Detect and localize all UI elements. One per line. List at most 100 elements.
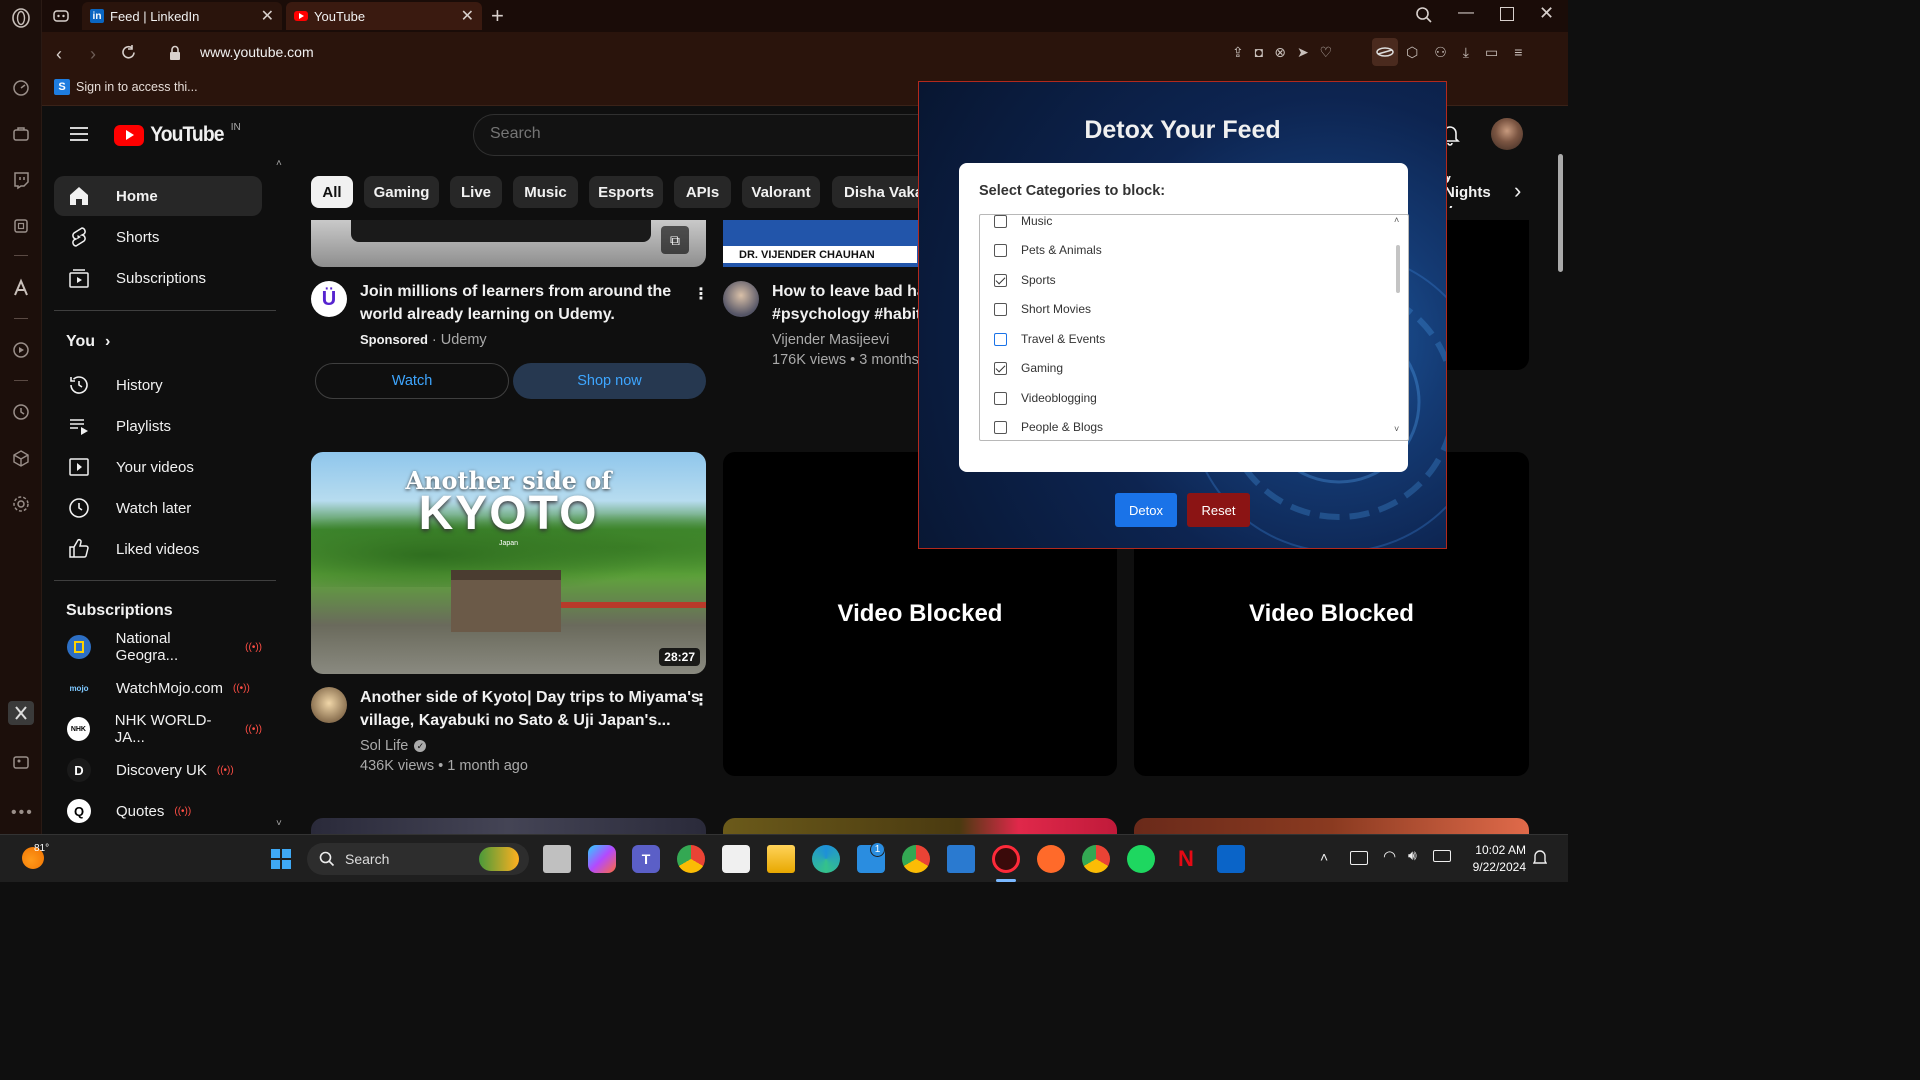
close-window-icon[interactable]: ✕: [1539, 3, 1554, 24]
postman-icon[interactable]: [1037, 845, 1065, 873]
chip-live[interactable]: Live: [450, 176, 502, 208]
sidebar-item-watch-later[interactable]: Watch later: [54, 488, 262, 528]
tab-menu-icon[interactable]: [52, 7, 70, 25]
category-checkbox[interactable]: [994, 420, 1007, 434]
video-more-icon[interactable]: ⋮: [693, 690, 709, 710]
sidebar-item-history[interactable]: History: [54, 365, 262, 405]
player-icon[interactable]: [11, 340, 31, 360]
chrome-icon[interactable]: [677, 845, 705, 873]
hamburger-menu-icon[interactable]: [68, 123, 90, 145]
battery-icon[interactable]: ▭: [1485, 44, 1498, 61]
lock-icon[interactable]: [168, 45, 182, 61]
video-thumbnail[interactable]: DR. VIJENDER CHAUHAN: [723, 220, 923, 267]
category-item[interactable]: People & Blogs: [994, 416, 1103, 438]
settings-icon[interactable]: [11, 494, 31, 514]
category-checkbox[interactable]: [994, 332, 1007, 346]
video-thumbnail[interactable]: [1134, 818, 1529, 834]
chip-apis[interactable]: APIs: [674, 176, 731, 208]
ad-thumbnail[interactable]: ⧉: [311, 220, 706, 267]
subscription-nhk[interactable]: NHK NHK WORLD-JA... ((•)): [54, 709, 262, 749]
tray-chevron-icon[interactable]: ˄: [1320, 849, 1328, 865]
category-checkbox[interactable]: [994, 243, 1007, 257]
back-icon[interactable]: ‹: [56, 44, 62, 65]
video-thumbnail[interactable]: [723, 818, 1117, 834]
sidebar-item-your-videos[interactable]: Your videos: [54, 447, 262, 487]
opera-logo-icon[interactable]: [11, 8, 31, 28]
category-listbox[interactable]: Music Pets & Animals Sports Short Movies…: [979, 214, 1409, 441]
category-item[interactable]: Gaming: [994, 357, 1063, 379]
category-item[interactable]: Videoblogging: [994, 387, 1097, 409]
share-icon[interactable]: ⇪: [1232, 44, 1244, 61]
chips-next-icon[interactable]: ›: [1514, 178, 1521, 204]
udemy-avatar-icon[interactable]: Ü: [311, 281, 347, 317]
twitch-icon[interactable]: [11, 170, 31, 190]
search-input[interactable]: [490, 125, 890, 143]
tab-linkedin[interactable]: in Feed | LinkedIn ✕: [82, 2, 282, 30]
pinned-tool-icon[interactable]: [8, 701, 34, 725]
chip-valorant[interactable]: Valorant: [742, 176, 820, 208]
url-text[interactable]: www.youtube.com: [200, 44, 314, 60]
category-item[interactable]: Sports: [994, 269, 1056, 291]
copilot-icon[interactable]: [588, 845, 616, 873]
battery-tray-icon[interactable]: [1433, 850, 1451, 862]
detox-extension-icon[interactable]: [1372, 38, 1398, 66]
reload-icon[interactable]: [120, 44, 137, 61]
avatar[interactable]: [1491, 118, 1523, 150]
chip-all[interactable]: All: [311, 176, 353, 208]
netflix-icon[interactable]: N: [1172, 845, 1200, 873]
sidebar-item-liked-videos[interactable]: Liked videos: [54, 529, 262, 569]
sidebar-scroll-down-icon[interactable]: ˅: [276, 818, 282, 829]
sidebar-scroll-up-icon[interactable]: ˄: [276, 158, 282, 169]
category-checkbox[interactable]: [994, 215, 1007, 228]
shop-now-button[interactable]: Shop now: [513, 363, 706, 399]
chrome-profile-icon[interactable]: [902, 845, 930, 873]
page-scrollbar[interactable]: [1558, 154, 1563, 272]
channel-avatar[interactable]: [723, 281, 759, 317]
wifi-icon[interactable]: ◠: [1383, 847, 1396, 865]
subscription-quotes[interactable]: Q Quotes ((•)): [54, 791, 262, 831]
profile-icon[interactable]: ⚇: [1434, 44, 1447, 61]
category-item[interactable]: Short Movies: [994, 298, 1091, 320]
subscription-natgeo[interactable]: National Geogra... ((•)): [54, 627, 262, 667]
cube-icon[interactable]: ⬡: [1406, 44, 1418, 61]
listbox-scrollbar[interactable]: [1396, 245, 1400, 293]
sidebar-item-subscriptions[interactable]: Subscriptions: [54, 258, 262, 298]
download-icon[interactable]: ⤓: [1463, 44, 1469, 61]
taskbar-search[interactable]: Search: [307, 843, 529, 875]
category-item[interactable]: Pets & Animals: [994, 239, 1102, 261]
listbox-scroll-down-icon[interactable]: ˅: [1394, 424, 1399, 434]
workspaces-icon[interactable]: [11, 124, 31, 144]
menu-icon[interactable]: ≡: [1514, 44, 1522, 61]
category-item[interactable]: Music: [994, 215, 1052, 232]
chip-icon[interactable]: [11, 216, 31, 236]
sol-life-avatar[interactable]: [311, 687, 347, 723]
youtube-logo[interactable]: YouTube IN: [114, 122, 241, 147]
you-section-header[interactable]: You ›: [66, 333, 110, 351]
volume-icon[interactable]: 🔊︎: [1408, 847, 1417, 864]
search-box[interactable]: [473, 114, 953, 156]
outlook-icon[interactable]: [1217, 845, 1245, 873]
subscription-watchmojo[interactable]: mojo WatchMojo.com ((•)): [54, 668, 262, 708]
send-icon[interactable]: ➤: [1297, 44, 1309, 61]
minimize-icon[interactable]: —: [1458, 4, 1474, 22]
tray-display-icon[interactable]: [1350, 851, 1368, 865]
chip-gaming[interactable]: Gaming: [364, 176, 439, 208]
video-title[interactable]: Another side of Kyoto| Day trips to Miya…: [360, 686, 700, 732]
channel-name[interactable]: Sol Life: [360, 736, 408, 756]
category-checkbox[interactable]: [994, 302, 1007, 316]
clock[interactable]: 10:02 AM 9/22/2024: [1462, 842, 1526, 876]
channel-name[interactable]: Vijender Masijeevi: [772, 330, 918, 350]
speed-dial-icon[interactable]: [11, 78, 31, 98]
forward-icon[interactable]: ›: [90, 44, 96, 65]
camera-icon[interactable]: ◘: [1255, 44, 1263, 61]
more-icon[interactable]: •••: [11, 804, 34, 822]
watch-button[interactable]: Watch: [315, 363, 509, 399]
vscode-icon[interactable]: [947, 845, 975, 873]
windows-start-icon[interactable]: [270, 848, 292, 870]
file-explorer-icon[interactable]: [767, 845, 795, 873]
close-tab-icon[interactable]: ✕: [261, 6, 274, 26]
detox-button[interactable]: Detox: [1115, 493, 1177, 527]
store-icon[interactable]: [722, 845, 750, 873]
task-view-icon[interactable]: [543, 845, 571, 873]
new-tab-icon[interactable]: +: [491, 3, 504, 29]
